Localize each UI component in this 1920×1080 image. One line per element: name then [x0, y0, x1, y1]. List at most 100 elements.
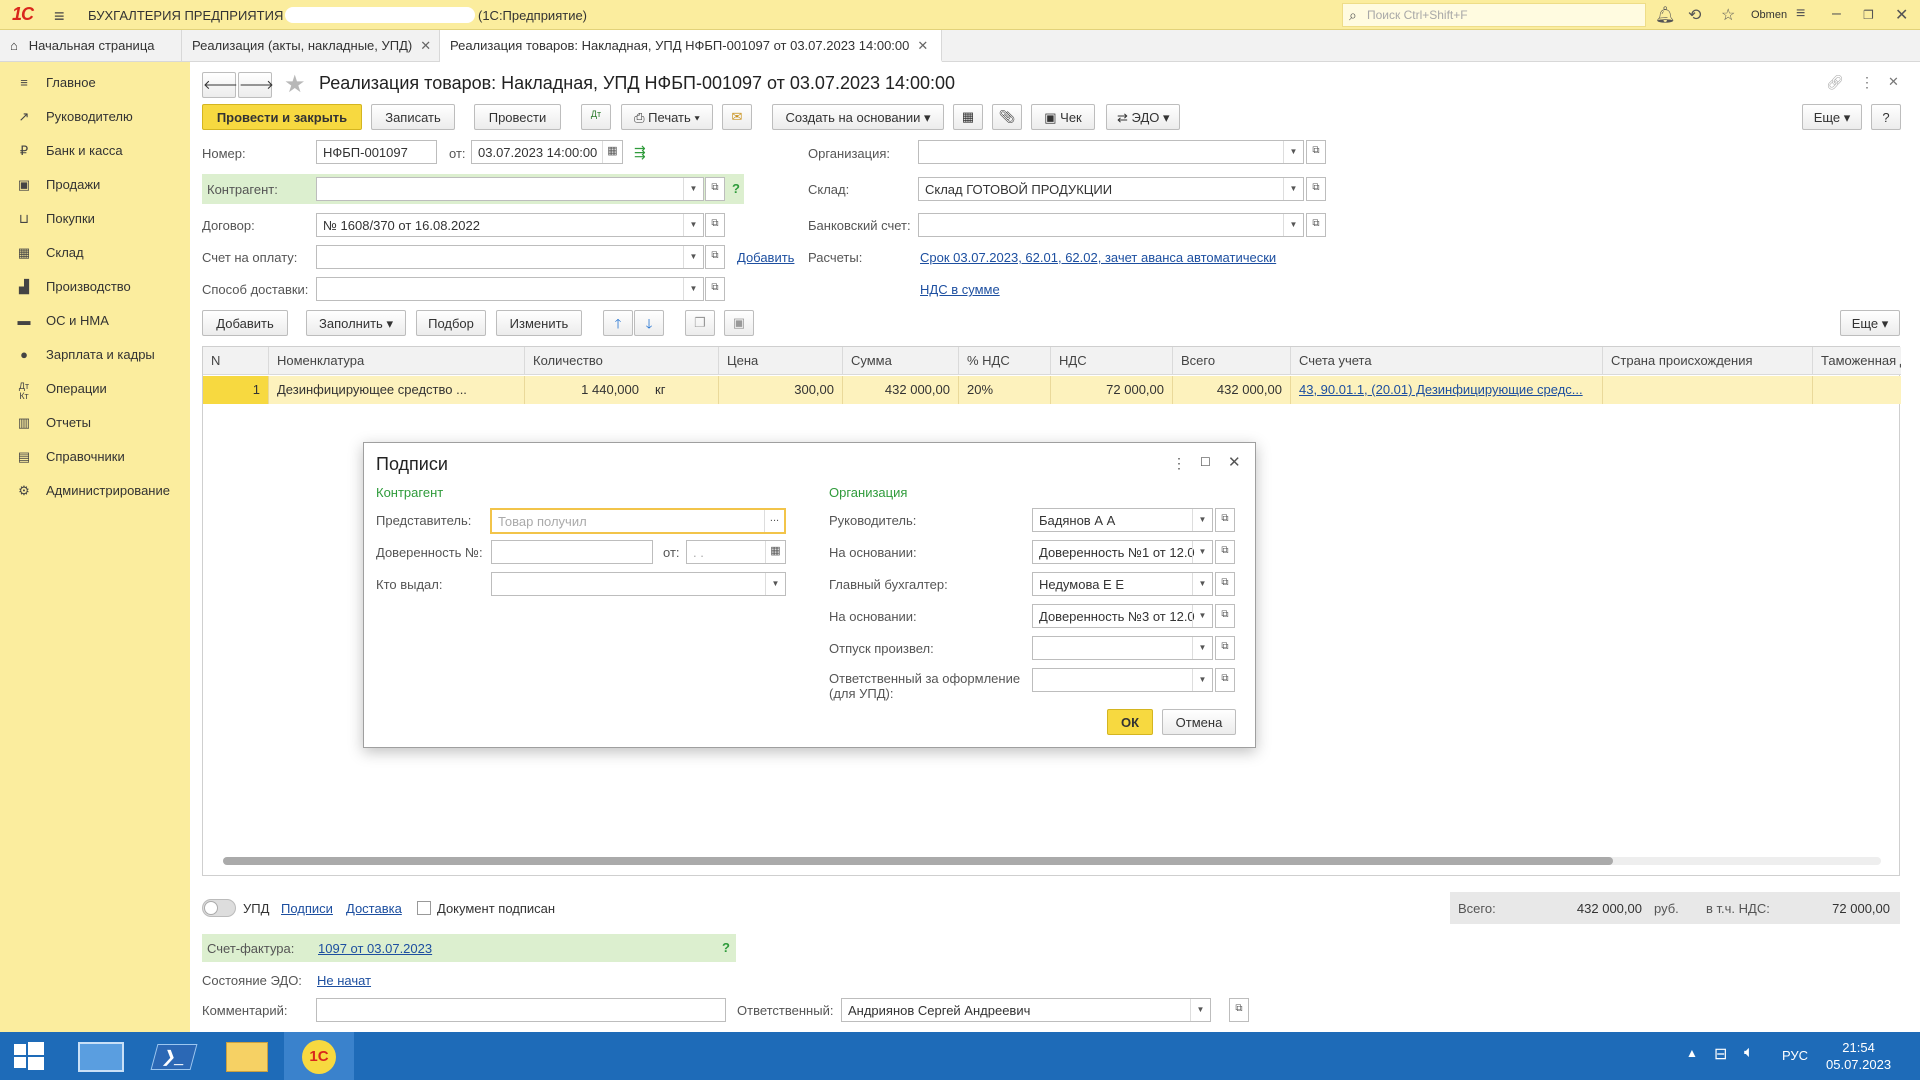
powershell-icon[interactable]: ❯_ [140, 1032, 210, 1080]
table-cell-vat-rate[interactable]: 20% [959, 376, 1051, 404]
col-header-country[interactable]: Страна происхождения [1603, 347, 1813, 375]
contract-field[interactable]: № 1608/370 от 16.08.2022 ▼ [316, 213, 704, 237]
sidebar-item-manager[interactable]: ↗ Руководителю [0, 100, 190, 134]
poa-number-input[interactable] [491, 540, 653, 564]
scrollbar-thumb[interactable] [223, 857, 1613, 865]
dropdown-arrow-icon[interactable]: ▼ [683, 178, 703, 200]
settings-menu-icon[interactable]: ≡ [1796, 5, 1805, 23]
signatures-link[interactable]: Подписи [281, 901, 333, 916]
open-icon[interactable]: ⧉ [1215, 540, 1235, 564]
col-header-vat-rate[interactable]: % НДС [959, 347, 1051, 375]
col-header-nomenclature[interactable]: Номенклатура [269, 347, 525, 375]
table-cell-sum[interactable]: 432 000,00 [843, 376, 959, 404]
user-name[interactable]: Obmen [1751, 9, 1787, 21]
main-menu-icon[interactable]: ≡ [54, 6, 65, 27]
counterparty-field[interactable]: ▼ [316, 177, 704, 201]
change-button[interactable]: Изменить [496, 310, 582, 336]
server-manager-icon[interactable] [68, 1032, 138, 1080]
poa-date-input[interactable]: . . ▦ [686, 540, 786, 564]
add-invoice-link[interactable]: Добавить [737, 250, 794, 265]
col-header-vat[interactable]: НДС [1051, 347, 1173, 375]
table-cell-total[interactable]: 432 000,00 [1173, 376, 1291, 404]
table-cell-customs[interactable] [1813, 376, 1901, 404]
tab-sales-list[interactable]: Реализация (акты, накладные, УПД) ✕ [182, 30, 440, 62]
dropdown-arrow-icon[interactable]: ▼ [1192, 669, 1212, 691]
dropdown-arrow-icon[interactable]: ▼ [1283, 214, 1303, 236]
calendar-icon[interactable]: ▦ [602, 141, 622, 163]
sidebar-item-bank[interactable]: ₽ Банк и касса [0, 134, 190, 168]
move-up-icon[interactable]: 🡑 [603, 310, 633, 336]
table-cell-name[interactable]: Дезинфицирующее средство ... [269, 376, 525, 404]
col-header-customs[interactable]: Таможенная д [1813, 347, 1901, 375]
col-header-total[interactable]: Всего [1173, 347, 1291, 375]
invoice-field[interactable]: ▼ [316, 245, 704, 269]
sidebar-item-warehouse[interactable]: ▦ Склад [0, 236, 190, 270]
responsible-field[interactable]: Андриянов Сергей Андреевич ▼ [841, 998, 1211, 1022]
post-button[interactable]: Провести [474, 104, 561, 130]
sidebar-item-main[interactable]: ≡ Главное [0, 66, 190, 100]
receipt-button[interactable]: ▣ Чек [1031, 104, 1095, 130]
table-cell-price[interactable]: 300,00 [719, 376, 843, 404]
move-down-icon[interactable]: 🡓 [634, 310, 664, 336]
representative-input[interactable]: Товар получил ... [490, 508, 786, 534]
close-tab-icon[interactable]: ✕ [420, 38, 431, 53]
delivery-field[interactable]: ▼ [316, 277, 704, 301]
open-icon[interactable]: ⧉ [705, 277, 725, 301]
open-icon[interactable]: ⧉ [1306, 177, 1326, 201]
dropdown-arrow-icon[interactable]: ▼ [683, 214, 703, 236]
accounts-link[interactable]: 43, 90.01.1, (20.01) Дезинфицирующие сре… [1299, 382, 1583, 397]
open-icon[interactable]: ⧉ [705, 213, 725, 237]
language-indicator[interactable]: РУС [1782, 1048, 1808, 1063]
ok-button[interactable]: ОК [1107, 709, 1153, 735]
edo-status-icon[interactable]: ⇶ [634, 144, 646, 161]
pick-button[interactable]: Подбор [416, 310, 486, 336]
edo-button[interactable]: ⇄ ЭДО ▾ [1106, 104, 1180, 130]
open-icon[interactable]: ⧉ [1229, 998, 1249, 1022]
chief-accountant-field[interactable]: Недумова Е Е ▼ [1032, 572, 1213, 596]
open-icon[interactable]: ⧉ [1306, 213, 1326, 237]
link-icon[interactable]: 🔗︎ [1826, 74, 1844, 91]
director-field[interactable]: Бадянов А А ▼ [1032, 508, 1213, 532]
issued-by-input[interactable]: ▼ [491, 572, 786, 596]
col-header-quantity[interactable]: Количество [525, 347, 719, 375]
settlements-link[interactable]: Срок 03.07.2023, 62.01, 62.02, зачет ава… [920, 250, 1276, 265]
history-icon[interactable]: ⟲ [1688, 5, 1701, 25]
table-cell-n[interactable]: 1 [203, 376, 269, 404]
dropdown-arrow-icon[interactable]: ▼ [1283, 141, 1303, 163]
attachment-icon[interactable]: 📎︎ [992, 104, 1022, 130]
horizontal-scrollbar[interactable] [223, 857, 1881, 865]
sidebar-item-reports[interactable]: ▥ Отчеты [0, 406, 190, 440]
upd-toggle[interactable] [202, 899, 236, 917]
star-icon[interactable]: ☆ [1721, 5, 1735, 25]
col-header-price[interactable]: Цена [719, 347, 843, 375]
restore-icon[interactable]: ❐ [1863, 8, 1874, 22]
col-header-accounts[interactable]: Счета учета [1291, 347, 1603, 375]
cancel-button[interactable]: Отмена [1162, 709, 1236, 735]
sidebar-item-catalogs[interactable]: ▤ Справочники [0, 440, 190, 474]
released-by-field[interactable]: ▼ [1032, 636, 1213, 660]
ellipsis-icon[interactable]: ... [764, 510, 784, 532]
save-button[interactable]: Записать [371, 104, 455, 130]
warehouse-field[interactable]: Склад ГОТОВОЙ ПРОДУКЦИИ ▼ [918, 177, 1304, 201]
fill-button[interactable]: Заполнить ▾ [306, 310, 406, 336]
bank-account-field[interactable]: ▼ [918, 213, 1304, 237]
dropdown-arrow-icon[interactable]: ▼ [1192, 605, 1212, 627]
volume-muted-icon[interactable]: 🔈︎ [1744, 1044, 1754, 1062]
help-question-icon[interactable]: ? [722, 940, 730, 955]
vat-in-sum-link[interactable]: НДС в сумме [920, 282, 1000, 297]
open-icon[interactable]: ⧉ [1215, 636, 1235, 660]
col-header-n[interactable]: N [203, 347, 269, 375]
dropdown-arrow-icon[interactable]: ▼ [1190, 999, 1210, 1021]
more-vertical-icon[interactable]: ⋮ [1860, 74, 1874, 91]
table-more-button[interactable]: Еще ▾ [1840, 310, 1900, 336]
organization-field[interactable]: ▼ [918, 140, 1304, 164]
close-window-icon[interactable]: ✕ [1895, 5, 1908, 25]
table-cell-country[interactable] [1603, 376, 1813, 404]
number-field[interactable]: НФБП-001097 [316, 140, 437, 164]
create-based-on-button[interactable]: Создать на основании ▾ [772, 104, 944, 130]
open-icon[interactable]: ⧉ [1215, 508, 1235, 532]
comment-input[interactable] [316, 998, 726, 1022]
copy-icon[interactable]: ❐ [685, 310, 715, 336]
sidebar-item-sales[interactable]: ▣ Продажи [0, 168, 190, 202]
minimize-icon[interactable]: – [1832, 5, 1841, 23]
